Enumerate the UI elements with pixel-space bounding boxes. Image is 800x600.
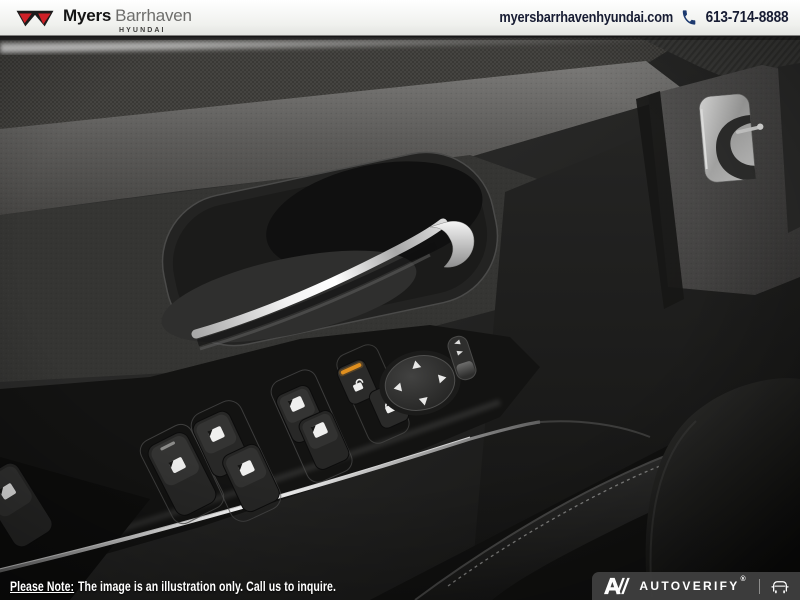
registered-mark: ®: [741, 576, 748, 583]
disclaimer-label: Please Note:: [10, 579, 74, 594]
listing-photo-card: MyersBarrhaven HYUNDAI myersbarrhavenhyu…: [0, 0, 800, 600]
dealer-website-link[interactable]: myersbarrhavenhyundai.com: [499, 10, 673, 26]
autoverify-logo-icon: [604, 577, 631, 595]
disclaimer-note: Please Note: The image is an illustration…: [10, 579, 336, 594]
badge-divider: [759, 579, 760, 594]
dealer-phone-link[interactable]: 613-714-8888: [705, 9, 788, 27]
dealer-name-light: Barrhaven: [115, 6, 192, 25]
dealer-contact: myersbarrhavenhyundai.com 613-714-8888: [499, 8, 788, 27]
dealer-sub-brand: HYUNDAI: [119, 27, 192, 34]
dealer-name-bold: Myers: [63, 6, 111, 25]
disclaimer-text: The image is an illustration only. Call …: [78, 579, 336, 594]
dealer-header: MyersBarrhaven HYUNDAI myersbarrhavenhyu…: [0, 0, 800, 36]
phone-icon: [681, 8, 698, 27]
autoverify-badge[interactable]: AUTOVERIFY®: [592, 572, 800, 600]
myers-logo-icon: [14, 7, 56, 31]
dealer-name: MyersBarrhaven HYUNDAI: [63, 2, 192, 34]
dealer-brand: MyersBarrhaven HYUNDAI: [14, 2, 192, 34]
vehicle-photo: Please Note: The image is an illustration…: [0, 37, 800, 600]
car-icon: [770, 579, 790, 594]
autoverify-label: AUTOVERIFY®: [639, 579, 748, 593]
door-panel-scene: [0, 37, 800, 600]
